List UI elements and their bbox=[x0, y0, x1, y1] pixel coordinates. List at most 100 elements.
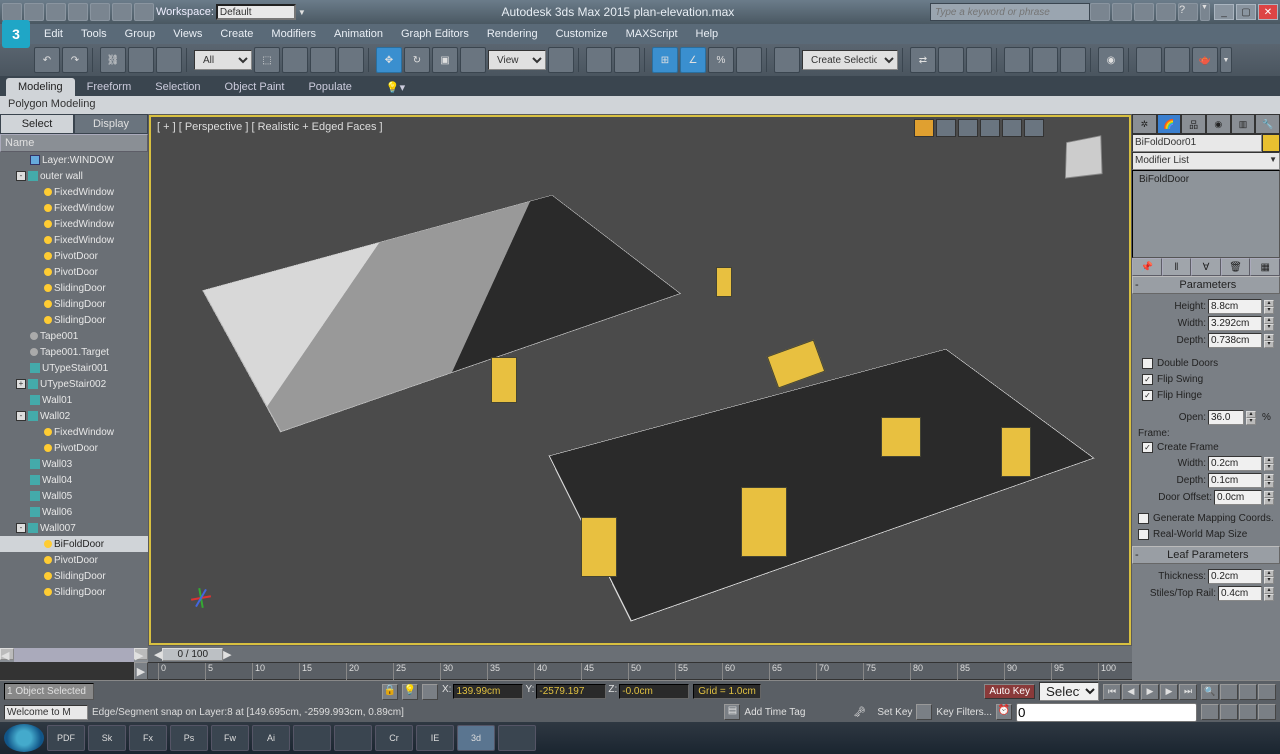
gen-mapping-checkbox[interactable] bbox=[1138, 513, 1149, 524]
width-spinner[interactable]: ▴▾ bbox=[1264, 317, 1274, 331]
tree-item[interactable]: Wall05 bbox=[0, 488, 148, 504]
select-by-name-icon[interactable] bbox=[282, 47, 308, 73]
menu-group[interactable]: Group bbox=[117, 26, 164, 42]
tree-item[interactable]: FixedWindow bbox=[0, 200, 148, 216]
open-field[interactable]: 36.0 bbox=[1208, 410, 1244, 425]
real-world-checkbox[interactable] bbox=[1138, 529, 1149, 540]
tree-item[interactable]: Wall06 bbox=[0, 504, 148, 520]
maximize-button[interactable]: ▢ bbox=[1236, 4, 1256, 20]
width-field[interactable]: 3.292cm bbox=[1208, 316, 1262, 331]
height-field[interactable]: 8.8cm bbox=[1208, 299, 1262, 314]
stack-item-bifold[interactable]: BiFoldDoor bbox=[1135, 173, 1277, 186]
infocenter-search[interactable] bbox=[930, 3, 1090, 21]
task-skype[interactable]: Sk bbox=[88, 725, 126, 751]
menu-help[interactable]: Help bbox=[688, 26, 727, 42]
redo-icon[interactable]: ↷ bbox=[62, 47, 88, 73]
snap-angle-icon[interactable]: ∠ bbox=[680, 47, 706, 73]
frame-width-spinner[interactable]: ▴▾ bbox=[1264, 457, 1274, 471]
cmd-tab-utilities-icon[interactable]: 🔧 bbox=[1255, 114, 1280, 134]
double-doors-checkbox[interactable] bbox=[1142, 358, 1153, 369]
selection-filter-dropdown[interactable]: All bbox=[194, 50, 252, 70]
toggle-ribbon-icon[interactable] bbox=[1004, 47, 1030, 73]
tree-toggle-icon[interactable]: - bbox=[16, 523, 26, 533]
stack-unique-icon[interactable]: ∀ bbox=[1191, 258, 1221, 276]
thickness-field[interactable]: 0.2cm bbox=[1208, 569, 1262, 584]
time-slider-handle[interactable]: 0 / 100 bbox=[162, 648, 223, 661]
task-fw[interactable]: Fw bbox=[211, 725, 249, 751]
task-3dsmax[interactable]: 3d bbox=[457, 725, 495, 751]
stack-pin-icon[interactable]: 📌 bbox=[1132, 258, 1162, 276]
task-explorer2[interactable] bbox=[334, 725, 372, 751]
nav-zoom-all-icon[interactable] bbox=[1220, 684, 1238, 700]
task-ie[interactable]: IE bbox=[416, 725, 454, 751]
tree-item[interactable]: FixedWindow bbox=[0, 216, 148, 232]
ribbon-tab-freeform[interactable]: Freeform bbox=[75, 78, 144, 96]
render-dropdown-icon[interactable]: ▼ bbox=[1220, 47, 1232, 73]
open-spinner[interactable]: ▴▾ bbox=[1246, 411, 1256, 425]
undo-icon[interactable]: ↶ bbox=[34, 47, 60, 73]
setkey-button[interactable]: Set Key bbox=[877, 707, 912, 718]
ref-coord-dropdown[interactable]: View bbox=[488, 50, 546, 70]
menu-tools[interactable]: Tools bbox=[73, 26, 115, 42]
snap-percent-icon[interactable]: % bbox=[708, 47, 734, 73]
ribbon-tab-modeling[interactable]: Modeling bbox=[6, 78, 75, 96]
flip-hinge-checkbox[interactable]: ✓ bbox=[1142, 390, 1153, 401]
select-region-icon[interactable] bbox=[310, 47, 336, 73]
anim-goto-start-icon[interactable]: ⏮ bbox=[1103, 684, 1121, 700]
object-name-field[interactable]: BiFoldDoor01 bbox=[1132, 134, 1262, 152]
rollout-leaf-header[interactable]: -Leaf Parameters bbox=[1132, 546, 1280, 564]
rendered-frame-icon[interactable] bbox=[1164, 47, 1190, 73]
tree-item[interactable]: SlidingDoor bbox=[0, 296, 148, 312]
coord-y-field[interactable]: -2579.197 bbox=[536, 684, 606, 699]
menu-views[interactable]: Views bbox=[165, 26, 210, 42]
ribbon-tab-selection[interactable]: Selection bbox=[143, 78, 212, 96]
add-time-tag-button[interactable]: Add Time Tag bbox=[744, 707, 805, 718]
task-pdf[interactable]: PDF bbox=[47, 725, 85, 751]
tree-item[interactable]: FixedWindow bbox=[0, 232, 148, 248]
viewport-tool-2-icon[interactable] bbox=[958, 119, 978, 137]
viewport-tool-3-icon[interactable] bbox=[980, 119, 1000, 137]
qat-project-icon[interactable] bbox=[134, 3, 154, 21]
nav-orbit-icon[interactable] bbox=[1239, 704, 1257, 720]
select-object-icon[interactable]: ⬚ bbox=[254, 47, 280, 73]
render-setup-icon[interactable] bbox=[1136, 47, 1162, 73]
menu-grapheditors[interactable]: Graph Editors bbox=[393, 26, 477, 42]
tree-item[interactable]: -Wall007 bbox=[0, 520, 148, 536]
door-offset-field[interactable]: 0.0cm bbox=[1214, 490, 1262, 505]
schematic-view-icon[interactable] bbox=[1060, 47, 1086, 73]
window-crossing-icon[interactable] bbox=[338, 47, 364, 73]
tree-item[interactable]: -outer wall bbox=[0, 168, 148, 184]
anim-play-icon[interactable]: ▶ bbox=[1141, 684, 1159, 700]
workspace-selector[interactable] bbox=[216, 4, 296, 20]
timeslider-right-icon[interactable]: ▶ bbox=[223, 648, 231, 661]
explorer-column-name[interactable]: Name bbox=[0, 134, 148, 152]
timeslider-left-icon[interactable]: ◀ bbox=[154, 648, 162, 661]
task-explorer1[interactable] bbox=[293, 725, 331, 751]
nav-zoom-extents-all-icon[interactable] bbox=[1258, 684, 1276, 700]
modifier-stack[interactable]: BiFoldDoor bbox=[1132, 170, 1280, 258]
bind-spacewarp-icon[interactable] bbox=[156, 47, 182, 73]
cmd-tab-modify-icon[interactable]: 🌈 bbox=[1157, 114, 1182, 134]
workspace-chevron-icon[interactable]: ▼ bbox=[298, 8, 306, 17]
exchange-icon[interactable] bbox=[1134, 3, 1154, 21]
qat-open-icon[interactable] bbox=[46, 3, 66, 21]
nav-zoom-extents-icon[interactable] bbox=[1239, 684, 1257, 700]
viewport-tool-1-icon[interactable] bbox=[936, 119, 956, 137]
select-move-icon[interactable]: ✥ bbox=[376, 47, 402, 73]
viewport-perspective[interactable]: [ + ] [ Perspective ] [ Realistic + Edge… bbox=[149, 115, 1131, 645]
menu-create[interactable]: Create bbox=[212, 26, 261, 42]
stiles-spinner[interactable]: ▴▾ bbox=[1264, 587, 1274, 601]
named-selection-dropdown[interactable]: Create Selection Set bbox=[802, 50, 898, 70]
tree-item[interactable]: Wall04 bbox=[0, 472, 148, 488]
isolate-icon[interactable]: 💡 bbox=[402, 684, 418, 700]
pivot-center-icon[interactable] bbox=[548, 47, 574, 73]
door-offset-spinner[interactable]: ▴▾ bbox=[1264, 491, 1274, 505]
key-icon[interactable]: 🗝 bbox=[853, 707, 873, 718]
tree-toggle-icon[interactable]: - bbox=[16, 171, 26, 181]
tree-item[interactable]: Tape001 bbox=[0, 328, 148, 344]
subscription-icon[interactable] bbox=[1112, 3, 1132, 21]
explorer-tab-select[interactable]: Select bbox=[0, 114, 74, 134]
tree-item[interactable]: Tape001.Target bbox=[0, 344, 148, 360]
stack-config-icon[interactable]: ▦ bbox=[1250, 258, 1280, 276]
nav-walk-icon[interactable] bbox=[1220, 704, 1238, 720]
